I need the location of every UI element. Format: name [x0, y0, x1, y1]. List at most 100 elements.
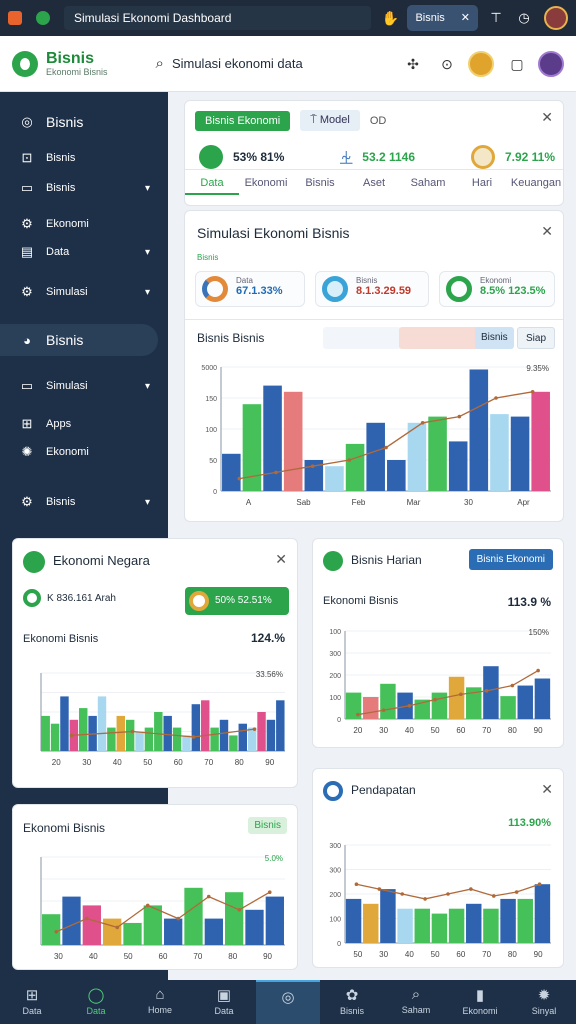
- nav-bisnis[interactable]: ✿ Bisnis: [320, 980, 384, 1024]
- chart-bar: [41, 715, 50, 751]
- tab-keuangan[interactable]: Keuangan: [509, 170, 563, 195]
- sidebar-item-ekonomi-2[interactable]: ✺ Ekonomi: [0, 438, 168, 466]
- nav-data[interactable]: ⊞ Data: [0, 980, 64, 1024]
- tab-bisnis[interactable]: Bisnis: [293, 170, 347, 195]
- sidebar-item-apps[interactable]: ⊞ Apps: [0, 410, 168, 438]
- primary-button[interactable]: Bisnis Ekonomi: [195, 110, 291, 131]
- close-icon[interactable]: ✕: [541, 781, 553, 798]
- tab-data[interactable]: Data: [185, 170, 239, 195]
- x-tick-label: 90: [265, 758, 274, 767]
- search-input[interactable]: Simulasi ekonomi data: [172, 56, 303, 71]
- nav-home[interactable]: ⌂ Home: [128, 980, 192, 1024]
- filter-range[interactable]: [399, 327, 487, 349]
- sidebar-item-label: Ekonomi: [46, 218, 89, 230]
- model-button[interactable]: ⍑ Model: [300, 110, 360, 131]
- nav-active[interactable]: ◎: [256, 980, 320, 1024]
- nav-data-3[interactable]: ▣ Data: [192, 980, 256, 1024]
- nav-data-2[interactable]: ◯ Data: [64, 980, 128, 1024]
- settings-icon[interactable]: ⊙: [436, 53, 458, 75]
- image-icon: ▣: [216, 987, 232, 1004]
- tab-ekonomi[interactable]: Ekonomi: [239, 170, 293, 195]
- chevron-down-icon[interactable]: ▾: [145, 497, 150, 508]
- chart-bar: [500, 898, 516, 943]
- chevron-down-icon[interactable]: ▾: [145, 247, 150, 258]
- sidebar-item-ekonomi[interactable]: ⚙ Ekonomi: [0, 210, 168, 238]
- puzzle-icon[interactable]: ✣: [402, 53, 424, 75]
- sidebar-item-bisnis[interactable]: ◎ Bisnis: [0, 108, 168, 136]
- window-icon[interactable]: ▢: [506, 53, 528, 75]
- x-tick-label: 50: [124, 952, 133, 961]
- x-tick-label: 50: [431, 726, 440, 735]
- chart-annotation: 33.56%: [256, 670, 283, 679]
- chevron-down-icon[interactable]: ▾: [145, 381, 150, 392]
- chart-annotation: 9.35%: [526, 364, 549, 373]
- trend-point: [377, 887, 382, 891]
- chevron-down-icon[interactable]: ▾: [145, 287, 150, 298]
- trend-point: [191, 735, 196, 739]
- close-icon[interactable]: ✕: [541, 109, 553, 126]
- tab-saham[interactable]: Saham: [401, 170, 455, 195]
- sidebar-item-bisnis-2[interactable]: ⊡ Bisnis: [0, 144, 168, 172]
- sidebar-item-bisnis-active[interactable]: ◕ Bisnis: [0, 324, 158, 356]
- close-icon[interactable]: ✕: [275, 551, 287, 568]
- filter-button-1[interactable]: Bisnis: [475, 327, 514, 349]
- chart-bar: [380, 683, 396, 719]
- hand-icon[interactable]: ✋: [381, 10, 398, 26]
- x-tick-label: 60: [159, 952, 168, 961]
- panel-sub: Ekonomi Bisnis: [323, 595, 399, 607]
- nav-ekonomi[interactable]: ▮ Ekonomi: [448, 980, 512, 1024]
- search-bar[interactable]: ⌕ Simulasi ekonomi data: [156, 55, 390, 72]
- top-panel: Bisnis Ekonomi ⍑ Model OD ✕ 53% 81% ⏈ 53.…: [184, 100, 564, 206]
- filter-button-2[interactable]: Siap: [517, 327, 556, 349]
- tab-label: Bisnis: [415, 12, 445, 24]
- sidebar-item-simulasi-2[interactable]: ▭ Simulasi ▾: [0, 372, 168, 400]
- profile-avatar[interactable]: [544, 6, 568, 30]
- trend-point: [491, 894, 496, 898]
- chevron-down-icon[interactable]: ▾: [145, 183, 150, 194]
- panel-value: 124.%: [250, 631, 285, 645]
- x-tick-label: 50: [431, 950, 440, 959]
- trend-point: [84, 916, 89, 921]
- filter-track[interactable]: [323, 327, 401, 349]
- green-app-icon[interactable]: [36, 11, 50, 25]
- x-tick-label: 90: [534, 726, 543, 735]
- x-tick-label: 30: [379, 950, 388, 959]
- pin-icon[interactable]: ⊤: [486, 10, 506, 26]
- nav-sinyal[interactable]: ✹ Sinyal: [512, 980, 576, 1024]
- tab-bisnis[interactable]: Bisnis ✕: [407, 5, 478, 31]
- nav-label: Saham: [401, 1005, 431, 1015]
- clock-icon[interactable]: ◷: [514, 10, 534, 26]
- chart-annotation: 150%: [529, 628, 549, 637]
- chart-bar: [500, 696, 516, 719]
- close-icon[interactable]: ✕: [461, 5, 470, 31]
- puzzle-icon[interactable]: [8, 11, 22, 25]
- x-tick-label: 60: [174, 758, 183, 767]
- account-avatar[interactable]: [538, 50, 564, 77]
- tab-hari[interactable]: Hari: [455, 170, 509, 195]
- tab-aset[interactable]: Aset: [347, 170, 401, 195]
- extra-button[interactable]: OD: [370, 115, 387, 127]
- donut-icon: [202, 276, 228, 302]
- trend-point: [459, 692, 463, 697]
- panel-title: Pendapatan: [351, 783, 416, 797]
- x-tick-label: 70: [482, 950, 491, 959]
- sidebar-item-simulasi[interactable]: ⚙ Simulasi ▾: [0, 278, 168, 306]
- stat-right[interactable]: 50% 52.51%: [185, 587, 289, 615]
- chart-bar: [517, 685, 533, 719]
- trend-point: [536, 668, 540, 673]
- user-avatar[interactable]: [468, 50, 494, 77]
- x-tick-label: 40: [405, 950, 414, 959]
- sidebar-item-bisnis-4[interactable]: ⚙ Bisnis ▾: [0, 488, 168, 516]
- sidebar-item-data[interactable]: ▤ Data ▾: [0, 238, 168, 266]
- chart-bar: [107, 727, 116, 751]
- panel-sub: Ekonomi Bisnis: [23, 633, 99, 645]
- y-tick-label: 200: [329, 892, 341, 899]
- close-icon[interactable]: ✕: [541, 223, 553, 240]
- chart-bar: [517, 898, 533, 943]
- action-button[interactable]: Bisnis Ekonomi: [468, 549, 553, 570]
- trend-point: [457, 414, 462, 419]
- nav-saham[interactable]: ⌕ Saham: [384, 980, 448, 1024]
- chart-bar: [238, 723, 247, 751]
- search-icon[interactable]: ⌕: [156, 55, 164, 72]
- sidebar-item-bisnis-3[interactable]: ▭ Bisnis ▾: [0, 174, 168, 202]
